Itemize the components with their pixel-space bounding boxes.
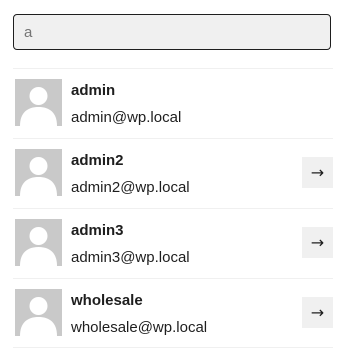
default-avatar-icon [15,79,62,126]
user-email: admin@wp.local [71,109,182,126]
user-email: wholesale@wp.local [71,319,208,336]
user-name: admin [71,82,116,99]
search-field[interactable] [13,14,331,50]
right-arrow-icon[interactable]: → [302,227,333,258]
default-avatar-icon [15,219,62,266]
user-info: admin admin@wp.local [71,82,181,127]
user-info: admin2 admin2@wp.local [71,152,190,197]
user-name: wholesale [71,292,143,309]
user-row-admin2[interactable]: admin2 admin2@wp.local → [13,138,333,208]
user-email: admin3@wp.local [71,249,190,266]
default-avatar-icon [15,289,62,336]
search-input[interactable] [14,15,330,49]
right-arrow-icon[interactable]: → [302,297,333,328]
user-email: admin2@wp.local [71,179,190,196]
user-name: admin3 [71,222,124,239]
user-row-admin[interactable]: admin admin@wp.local [13,68,333,138]
user-list: admin admin@wp.local admin2 admin2@wp.lo… [13,68,333,348]
user-name: admin2 [71,152,124,169]
right-arrow-icon[interactable]: → [302,157,333,188]
user-row-admin3[interactable]: admin3 admin3@wp.local → [13,208,333,278]
user-info: wholesale wholesale@wp.local [71,292,207,337]
user-info: admin3 admin3@wp.local [71,222,190,267]
default-avatar-icon [15,149,62,196]
user-row-wholesale[interactable]: wholesale wholesale@wp.local → [13,278,333,348]
